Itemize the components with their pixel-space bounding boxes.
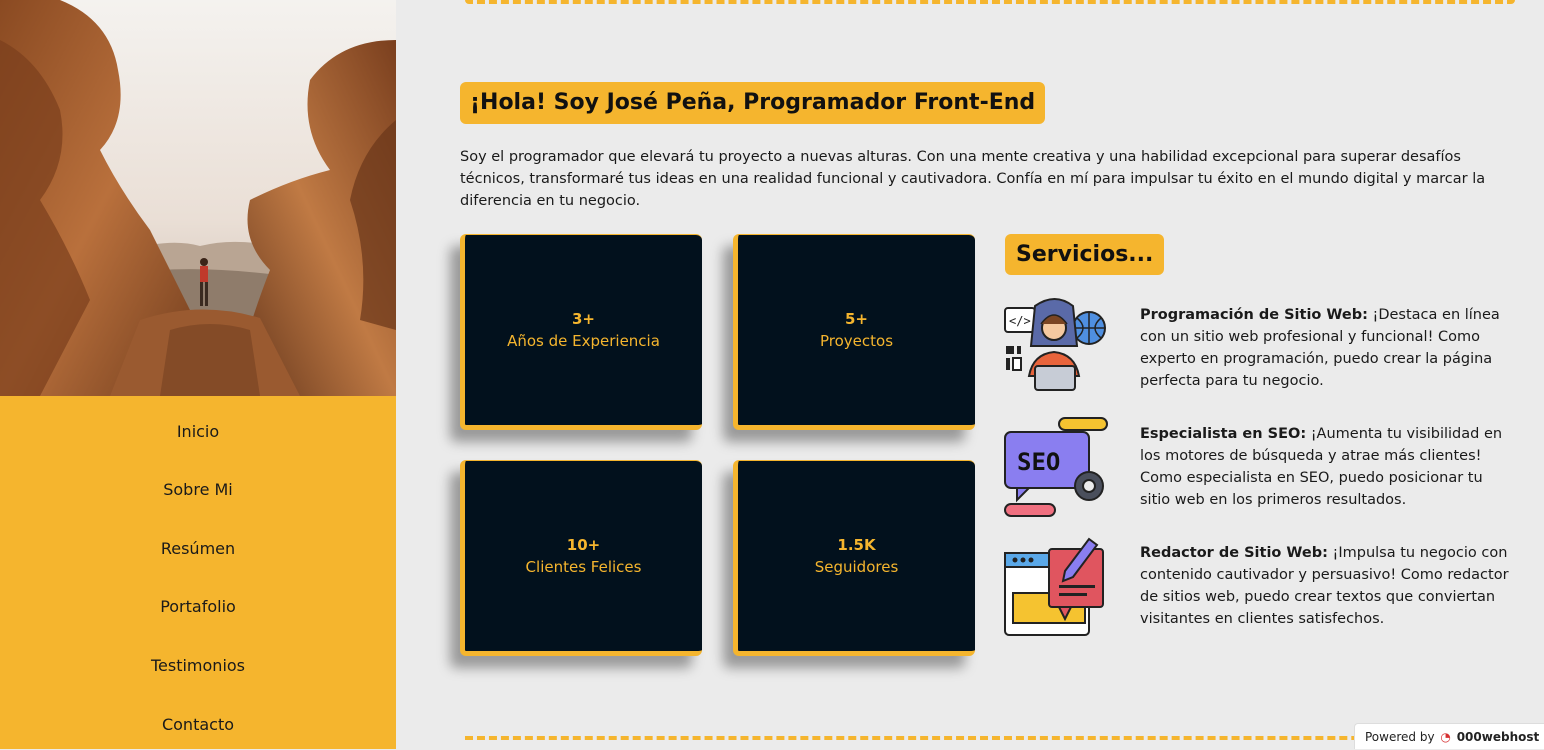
stat-value: 1.5K [837,536,876,554]
service-item-web-programming: Programación de Sitio Web: ¡Destaca en l… [1140,304,1515,392]
seo-icon: SEO [1003,416,1111,520]
sidebar: Inicio Sobre Mi Resúmen Portafolio Testi… [0,0,396,749]
stat-card-projects: 5+ Proyectos [733,234,975,430]
svg-text:SEO: SEO [1017,448,1060,476]
stat-card-followers: 1.5K Seguidores [733,460,975,656]
top-divider [465,0,1515,4]
host-brand: 000webhost [1456,730,1540,744]
powered-by-label: Powered by [1365,730,1435,744]
copywriter-icon [1003,535,1111,639]
stat-card-clients: 10+ Clientes Felices [460,460,702,656]
nav-item-testimonios[interactable]: Testimonios [0,656,396,675]
stat-value: 10+ [566,536,601,554]
stat-card-experience: 3+ Años de Experiencia [460,234,702,430]
service-item-copywriting: Redactor de Sitio Web: ¡Impulsa tu negoc… [1140,542,1515,630]
service-name: Programación de Sitio Web: [1140,307,1368,323]
powered-by-badge[interactable]: Powered by ◔ 000webhost [1354,723,1544,749]
stat-label: Clientes Felices [525,558,642,576]
page-title: ¡Hola! Soy José Peña, Programador Front-… [460,82,1046,124]
hero-image [0,0,396,396]
nav-item-portafolio[interactable]: Portafolio [0,597,396,616]
host-logo-icon: ◔ [1440,730,1451,744]
service-item-seo: Especialista en SEO: ¡Aumenta tu visibil… [1140,423,1515,511]
stat-value: 3+ [571,310,595,328]
svg-text:</>: </> [1009,314,1031,328]
nav-item-resumen[interactable]: Resúmen [0,539,396,558]
stat-label: Años de Experiencia [507,332,660,350]
services-title: Servicios... [1005,234,1165,275]
developer-icon: </> [1003,296,1111,400]
service-name: Especialista en SEO: [1140,426,1307,442]
stat-label: Proyectos [819,332,894,350]
nav-item-inicio[interactable]: Inicio [0,422,396,441]
nav-item-sobre-mi[interactable]: Sobre Mi [0,480,396,499]
stat-label: Seguidores [814,558,899,576]
stat-value: 5+ [844,310,868,328]
intro-paragraph: Soy el programador que elevará tu proyec… [460,149,1486,209]
nav-item-contacto[interactable]: Contacto [0,715,396,734]
service-name: Redactor de Sitio Web: [1140,545,1328,561]
